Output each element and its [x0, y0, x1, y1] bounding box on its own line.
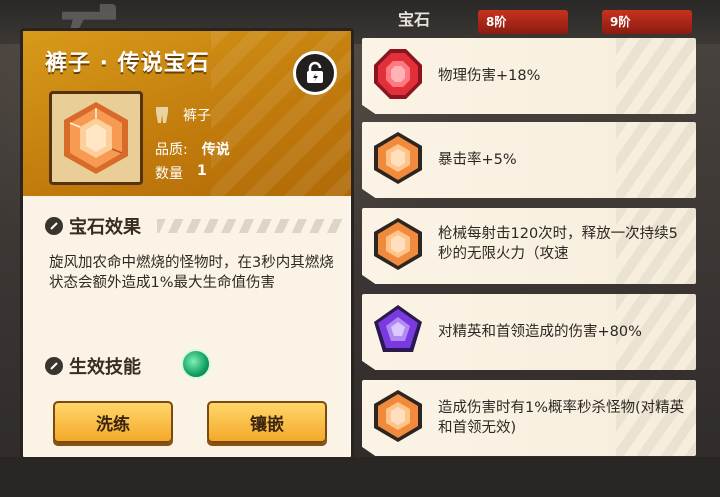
orange-gem-icon	[370, 130, 426, 186]
red-gem-icon	[370, 46, 426, 102]
quantity-value: 1	[197, 163, 207, 179]
gem-list-item[interactable]: 物理伤害+18%	[362, 38, 696, 114]
purple-gem-icon	[370, 302, 426, 358]
quality-label: 品质:	[155, 142, 188, 158]
gem-category: 裤子	[155, 105, 211, 125]
gem-list-item[interactable]: 造成伤害时有1%概率秒杀怪物(对精英和首领无效)	[362, 380, 696, 456]
effect-section-header: 宝石效果	[45, 213, 345, 239]
gem-effect-text: 造成伤害时有1%概率秒杀怪物(对精英和首领无效)	[438, 400, 685, 436]
gem-quality-row: 品质: 传说	[155, 139, 230, 159]
bottom-bar	[0, 457, 720, 497]
orange-gem-icon	[370, 216, 426, 272]
gem-category-label: 裤子	[183, 108, 211, 124]
gem-effect-text: 枪械每射击120次时，释放一次持续5秒的无限火力（攻速	[438, 226, 678, 262]
quantity-label: 数量	[155, 166, 183, 182]
cyclone-cannon-skill-icon[interactable]	[181, 349, 211, 379]
effect-description: 旋风加农命中燃烧的怪物时，在3秒内其燃烧状态会额外造成1%最大生命值伤害	[49, 255, 334, 291]
gem-title: 裤子 · 传说宝石	[45, 51, 210, 76]
orange-gem-icon	[370, 388, 426, 444]
gem-effect-text: 对精英和首领造成的伤害+80%	[438, 324, 642, 340]
gem-quantity-row: 数量 1	[155, 163, 207, 183]
gem-list-item[interactable]: 对精英和首领造成的伤害+80%	[362, 294, 696, 370]
effect-heading: 宝石效果	[69, 217, 141, 238]
tier-badge-9: 9阶	[602, 10, 692, 34]
gem-effect-text: 暴击率+5%	[438, 152, 517, 168]
pants-icon	[156, 107, 168, 123]
inlay-button[interactable]: 镶嵌	[207, 401, 327, 443]
skill-heading: 生效技能	[69, 357, 141, 378]
refine-button[interactable]: 洗练	[53, 401, 173, 443]
quality-value: 传说	[201, 142, 230, 158]
gem-list-item[interactable]: 暴击率+5%	[362, 122, 696, 198]
gem-list-item[interactable]: 枪械每射击120次时，释放一次持续5秒的无限火力（攻速	[362, 208, 696, 284]
lock-icon	[307, 61, 323, 83]
tab-gems[interactable]: 宝石	[398, 6, 430, 32]
bullet-icon	[45, 217, 63, 235]
gem-effect-text: 物理伤害+18%	[438, 68, 541, 84]
gem-item-icon-frame	[49, 91, 143, 185]
tier-badge-8: 8阶	[478, 10, 568, 34]
gem-detail-card: 裤子 · 传说宝石 裤子 品质: 传说 数量 1 宝石效果 旋风加农命中燃烧的怪…	[20, 28, 354, 460]
lock-button[interactable]	[293, 51, 337, 95]
bullet-icon	[45, 357, 63, 375]
orange-gem-icon	[64, 102, 128, 174]
